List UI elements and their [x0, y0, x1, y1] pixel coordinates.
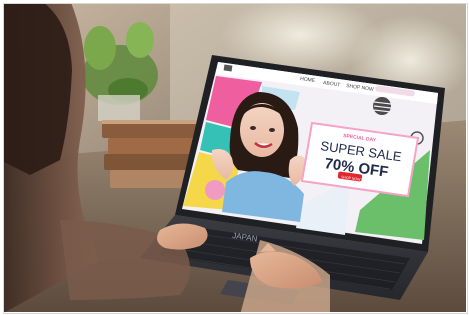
menu-icon [223, 64, 233, 72]
book-stack [102, 120, 197, 188]
photo: HOME ABOUT SHOP NOW SPECIAL DAY SUPER SA… [0, 0, 469, 315]
photo-frame: HOME ABOUT SHOP NOW SPECIAL DAY SUPER SA… [0, 0, 469, 315]
